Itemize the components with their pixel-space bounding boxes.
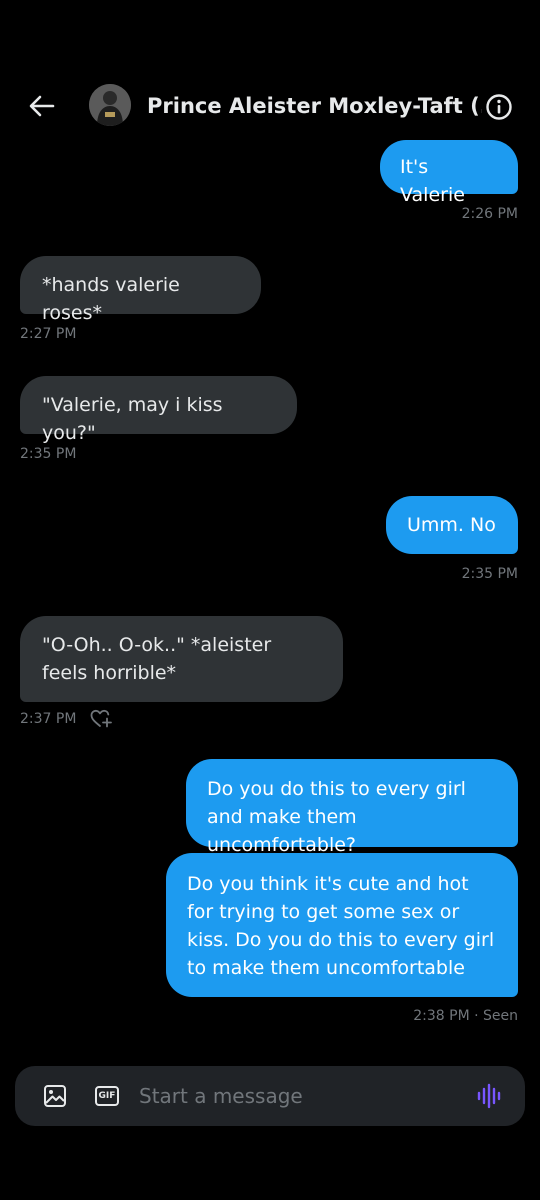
avatar[interactable] [89,84,131,126]
gif-label: GIF [98,1091,116,1101]
avatar-image [89,84,131,126]
info-icon [486,94,512,120]
message-bubble[interactable]: *hands valerie roses* [20,256,261,324]
conversation-title[interactable]: Prince Aleister Moxley-Taft (... [147,90,482,122]
message-timestamp: 2:27 PM [20,326,77,342]
message-composer: GIF [15,1066,525,1126]
message-timestamp: 2:35 PM [20,446,77,462]
message-text: It's Valerie [400,156,465,206]
message-input[interactable] [139,1080,459,1112]
message-bubble[interactable]: Do you do this to every girl and make th… [186,759,518,856]
image-icon [44,1085,66,1107]
message-bubble[interactable]: Umm. No [386,496,518,554]
message-bubble[interactable]: "O-Oh.. O-ok.." *aleister feels horrible… [20,616,343,702]
message-timestamp: 2:38 PM · Seen [413,1008,518,1024]
info-button[interactable] [484,92,514,122]
message-timestamp: 2:35 PM [461,566,518,582]
message-timestamp: 2:37 PM [20,711,77,727]
message-text: "O-Oh.. O-ok.." *aleister feels horrible… [42,634,272,684]
add-reaction-button[interactable] [89,707,113,731]
voice-message-button[interactable] [475,1082,503,1110]
message-timestamp: 2:26 PM [461,206,518,222]
message-bubble[interactable]: It's Valerie [380,140,518,206]
message-text: Do you think it's cute and hot for tryin… [187,873,495,979]
arrow-left-icon [29,95,55,117]
message-text: Do you do this to every girl and make th… [207,778,466,856]
voice-wave-icon [477,1083,501,1109]
conversation-header: Prince Aleister Moxley-Taft (... [0,70,540,142]
gif-icon: GIF [95,1086,119,1106]
message-bubble[interactable]: "Valerie, may i kiss you?" [20,376,297,444]
message-text: "Valerie, may i kiss you?" [42,394,223,444]
add-gif-button[interactable]: GIF [93,1082,121,1110]
message-text: *hands valerie roses* [42,274,180,324]
back-button[interactable] [22,90,62,122]
add-media-button[interactable] [41,1082,69,1110]
heart-plus-icon [90,709,112,728]
message-text: Umm. No [407,514,496,536]
message-bubble[interactable]: Do you think it's cute and hot for tryin… [166,853,518,997]
